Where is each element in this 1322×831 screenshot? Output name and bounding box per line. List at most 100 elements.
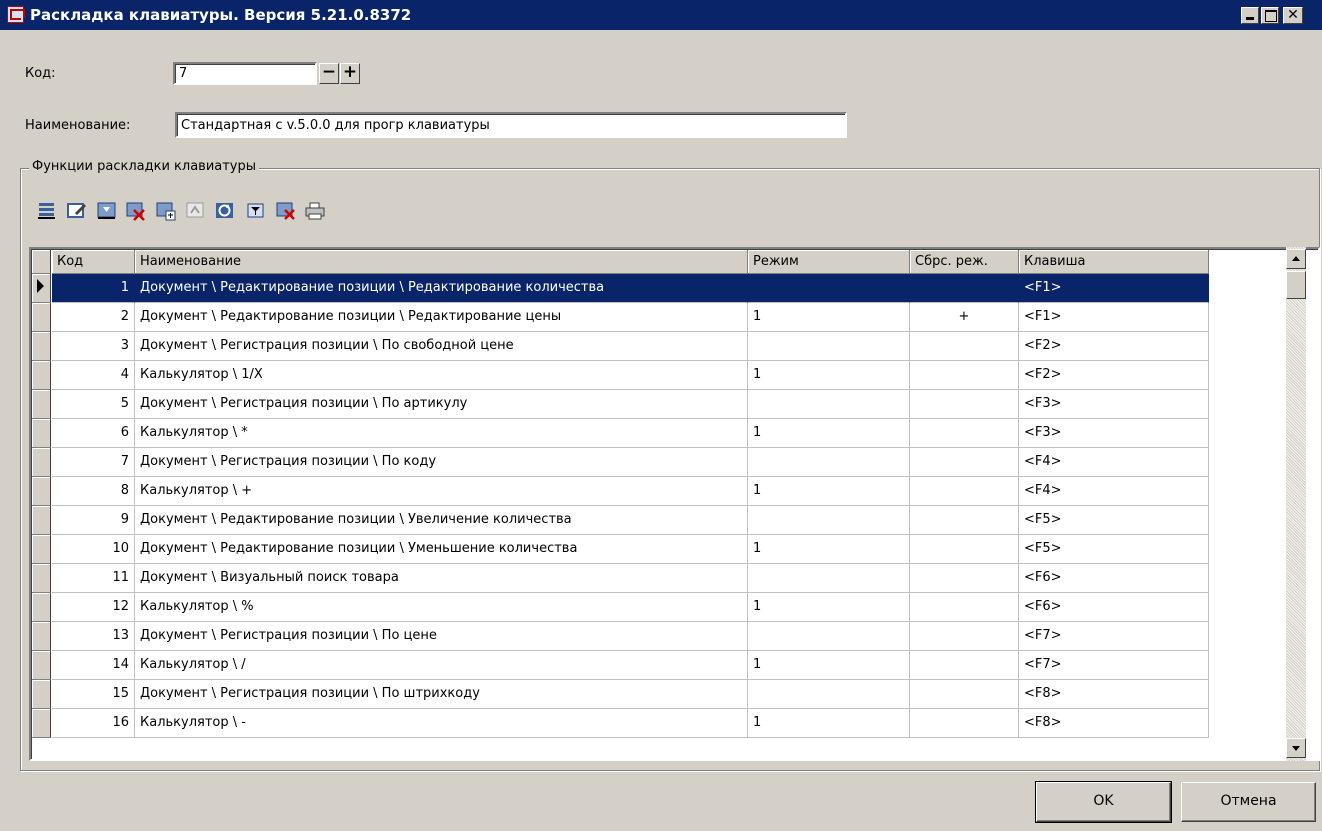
row-indicator[interactable] [32, 361, 51, 390]
cell-key[interactable]: <F6> [1019, 564, 1209, 593]
cell-key[interactable]: <F4> [1019, 477, 1209, 506]
cell-reset-mode[interactable] [910, 622, 1019, 651]
cell-name[interactable]: Калькулятор \ 1/X [135, 361, 748, 390]
cell-mode[interactable]: 1 [748, 651, 910, 680]
cell-mode[interactable]: 1 [748, 709, 910, 738]
cell-key[interactable]: <F6> [1019, 593, 1209, 622]
cell-name[interactable]: Калькулятор \ + [135, 477, 748, 506]
cell-reset-mode[interactable] [910, 506, 1019, 535]
app-icon[interactable] [7, 6, 25, 23]
cell-code[interactable]: 8 [52, 477, 135, 506]
cell-code[interactable]: 4 [52, 361, 135, 390]
cell-reset-mode[interactable] [910, 274, 1019, 303]
scroll-thumb[interactable] [1286, 271, 1306, 299]
functions-grid[interactable]: Код Наименование Режим Сбрс. реж. Клавиш… [29, 247, 1320, 761]
row-indicator[interactable] [32, 680, 51, 709]
cell-reset-mode[interactable] [910, 419, 1019, 448]
delete-record-icon[interactable] [125, 200, 147, 222]
cell-key[interactable]: <F8> [1019, 680, 1209, 709]
code-input[interactable]: 7 [173, 62, 317, 85]
cell-key[interactable]: <F7> [1019, 622, 1209, 651]
cell-reset-mode[interactable] [910, 593, 1019, 622]
cell-mode[interactable]: 1 [748, 477, 910, 506]
cancel-button[interactable]: Отмена [1181, 782, 1316, 822]
cell-name[interactable]: Документ \ Редактирование позиции \ Умен… [135, 535, 748, 564]
row-indicator[interactable] [32, 622, 51, 651]
row-indicator[interactable] [32, 593, 51, 622]
cell-name[interactable]: Калькулятор \ - [135, 709, 748, 738]
cell-mode[interactable] [748, 506, 910, 535]
cell-key[interactable]: <F1> [1019, 303, 1209, 332]
cell-mode[interactable] [748, 680, 910, 709]
column-header-code[interactable]: Код [52, 250, 135, 274]
cell-name[interactable]: Документ \ Редактирование позиции \ Реда… [135, 274, 748, 303]
clear-filter-icon[interactable] [275, 200, 297, 222]
cell-reset-mode[interactable] [910, 651, 1019, 680]
cell-name[interactable]: Документ \ Регистрация позиции \ По арти… [135, 390, 748, 419]
column-header-mode[interactable]: Режим [748, 250, 910, 274]
column-header-key[interactable]: Клавиша [1019, 250, 1209, 274]
cell-reset-mode[interactable] [910, 709, 1019, 738]
cell-mode[interactable] [748, 622, 910, 651]
cell-reset-mode[interactable]: + [910, 303, 1019, 332]
cell-code[interactable]: 3 [52, 332, 135, 361]
filter-icon[interactable] [245, 200, 267, 222]
cell-key[interactable]: <F8> [1019, 709, 1209, 738]
cell-key[interactable]: <F3> [1019, 390, 1209, 419]
cell-mode[interactable] [748, 274, 910, 303]
edit-record-icon[interactable] [66, 200, 88, 222]
cell-key[interactable]: <F5> [1019, 506, 1209, 535]
row-indicator[interactable] [32, 303, 51, 332]
cell-reset-mode[interactable] [910, 390, 1019, 419]
cell-code[interactable]: 7 [52, 448, 135, 477]
decrement-button[interactable]: − [319, 63, 339, 84]
row-indicator[interactable] [32, 506, 51, 535]
column-header-name[interactable]: Наименование [135, 250, 748, 274]
cell-code[interactable]: 5 [52, 390, 135, 419]
cell-code[interactable]: 12 [52, 593, 135, 622]
copy-record-icon[interactable] [155, 200, 177, 222]
row-indicator[interactable] [32, 651, 51, 680]
row-indicator[interactable] [32, 535, 51, 564]
ok-button[interactable]: OK [1035, 781, 1172, 823]
cell-name[interactable]: Калькулятор \ / [135, 651, 748, 680]
row-indicator[interactable] [32, 448, 51, 477]
cell-code[interactable]: 11 [52, 564, 135, 593]
cell-reset-mode[interactable] [910, 535, 1019, 564]
cell-key[interactable]: <F4> [1019, 448, 1209, 477]
cell-code[interactable]: 1 [52, 274, 135, 303]
cell-reset-mode[interactable] [910, 448, 1019, 477]
cell-reset-mode[interactable] [910, 477, 1019, 506]
title-bar[interactable]: Раскладка клавиатуры. Версия 5.21.0.8372… [0, 0, 1322, 30]
cell-reset-mode[interactable] [910, 564, 1019, 593]
maximize-button[interactable] [1261, 7, 1279, 24]
cell-mode[interactable]: 1 [748, 535, 910, 564]
cell-name[interactable]: Документ \ Регистрация позиции \ По своб… [135, 332, 748, 361]
cell-mode[interactable]: 1 [748, 593, 910, 622]
scroll-down-button[interactable] [1286, 738, 1306, 758]
cell-key[interactable]: <F3> [1019, 419, 1209, 448]
cell-name[interactable]: Калькулятор \ % [135, 593, 748, 622]
cell-key[interactable]: <F1> [1019, 274, 1209, 303]
cell-code[interactable]: 6 [52, 419, 135, 448]
import-icon[interactable] [185, 200, 207, 222]
cell-code[interactable]: 13 [52, 622, 135, 651]
grid-vertical-scrollbar[interactable] [1286, 247, 1306, 761]
cell-mode[interactable] [748, 448, 910, 477]
cell-name[interactable]: Документ \ Редактирование позиции \ Реда… [135, 303, 748, 332]
scroll-up-button[interactable] [1286, 249, 1306, 269]
cell-name[interactable]: Документ \ Регистрация позиции \ По цене [135, 622, 748, 651]
cell-mode[interactable] [748, 390, 910, 419]
cell-name[interactable]: Калькулятор \ * [135, 419, 748, 448]
refresh-icon[interactable] [214, 200, 236, 222]
close-button[interactable]: ✕ [1283, 7, 1303, 24]
cell-mode[interactable] [748, 564, 910, 593]
column-header-reset-mode[interactable]: Сбрс. реж. [910, 250, 1019, 274]
cell-reset-mode[interactable] [910, 332, 1019, 361]
cell-name[interactable]: Документ \ Регистрация позиции \ По коду [135, 448, 748, 477]
current-row-indicator[interactable] [32, 274, 51, 303]
cell-key[interactable]: <F2> [1019, 332, 1209, 361]
cell-mode[interactable]: 1 [748, 361, 910, 390]
insert-record-icon[interactable] [96, 200, 118, 222]
cell-code[interactable]: 14 [52, 651, 135, 680]
